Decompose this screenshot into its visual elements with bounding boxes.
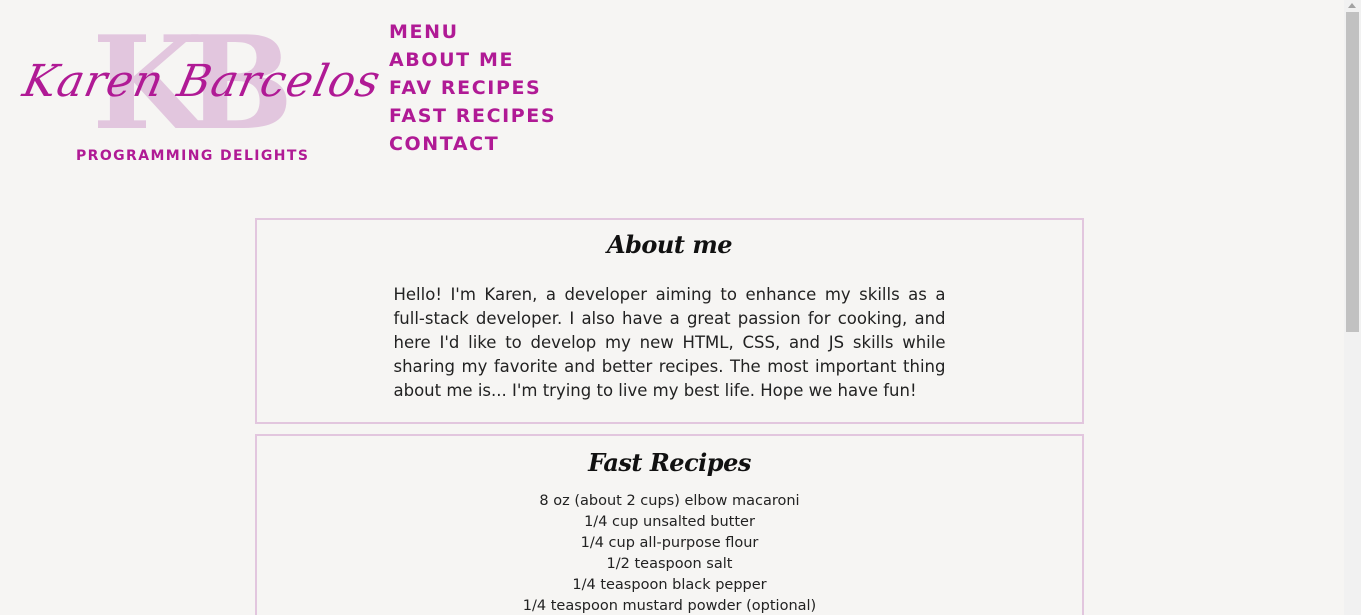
nav-item-contact: CONTACT [389, 131, 556, 159]
nav-item-menu: MENU [389, 19, 556, 47]
nav-item-fav-recipes: FAV RECIPES [389, 75, 556, 103]
nav-item-fast-recipes: FAST RECIPES [389, 103, 556, 131]
about-title: About me [607, 230, 732, 259]
site-logo[interactable]: KB Karen Barcelos PROGRAMMING DELIGHTS [19, 20, 386, 170]
nav-link-fast-recipes[interactable]: FAST RECIPES [389, 105, 556, 127]
scroll-up-arrow-icon[interactable] [1348, 3, 1356, 8]
nav-item-about-me: ABOUT ME [389, 47, 556, 75]
logo-tagline: PROGRAMMING DELIGHTS [76, 148, 310, 164]
vertical-scrollbar[interactable] [1344, 0, 1361, 615]
page: KB Karen Barcelos PROGRAMMING DELIGHTS M… [0, 0, 1361, 615]
ingredient-item: 1/4 cup all-purpose flour [580, 535, 759, 551]
about-section: About me Hello! I'm Karen, a developer a… [255, 218, 1084, 424]
ingredient-list: 8 oz (about 2 cups) elbow macaroni 1/4 c… [257, 491, 1082, 615]
ingredient-item: 1/2 teaspoon salt [606, 556, 733, 572]
ingredient-item: 1/4 teaspoon mustard powder (optional) [522, 598, 817, 614]
nav-link-menu[interactable]: MENU [389, 21, 459, 43]
ingredient-item: 1/4 cup unsalted butter [584, 514, 755, 530]
main-nav: MENU ABOUT ME FAV RECIPES FAST RECIPES C… [389, 19, 556, 159]
nav-link-about-me[interactable]: ABOUT ME [389, 49, 514, 71]
nav-link-contact[interactable]: CONTACT [389, 133, 499, 155]
nav-link-fav-recipes[interactable]: FAV RECIPES [389, 77, 541, 99]
logo-name: Karen Barcelos [18, 56, 386, 107]
scrollbar-thumb[interactable] [1346, 12, 1359, 332]
ingredient-item: 8 oz (about 2 cups) elbow macaroni [539, 493, 800, 509]
fast-recipes-title: Fast Recipes [588, 448, 751, 477]
ingredient-item: 1/4 teaspoon black pepper [572, 577, 767, 593]
fast-recipes-section: Fast Recipes 8 oz (about 2 cups) elbow m… [255, 434, 1084, 615]
about-text: Hello! I'm Karen, a developer aiming to … [393, 285, 946, 400]
